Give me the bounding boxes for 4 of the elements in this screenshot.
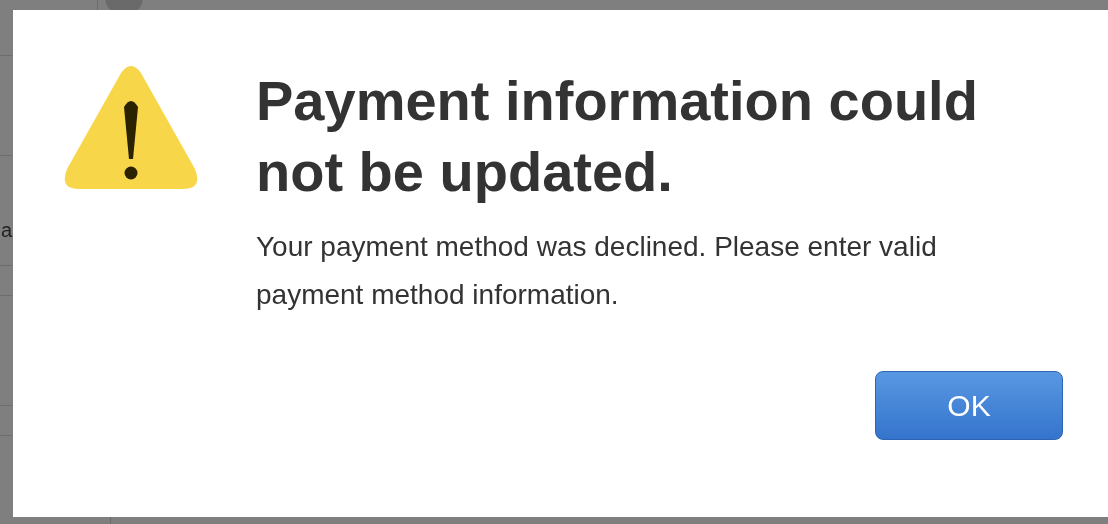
background-text: a xyxy=(1,218,13,242)
alert-message: Your payment method was declined. Please enter valid payment method information. xyxy=(256,230,938,312)
alert-title: Payment information could not be updated. xyxy=(256,68,979,205)
ok-button[interactable]: OK xyxy=(875,371,1063,440)
